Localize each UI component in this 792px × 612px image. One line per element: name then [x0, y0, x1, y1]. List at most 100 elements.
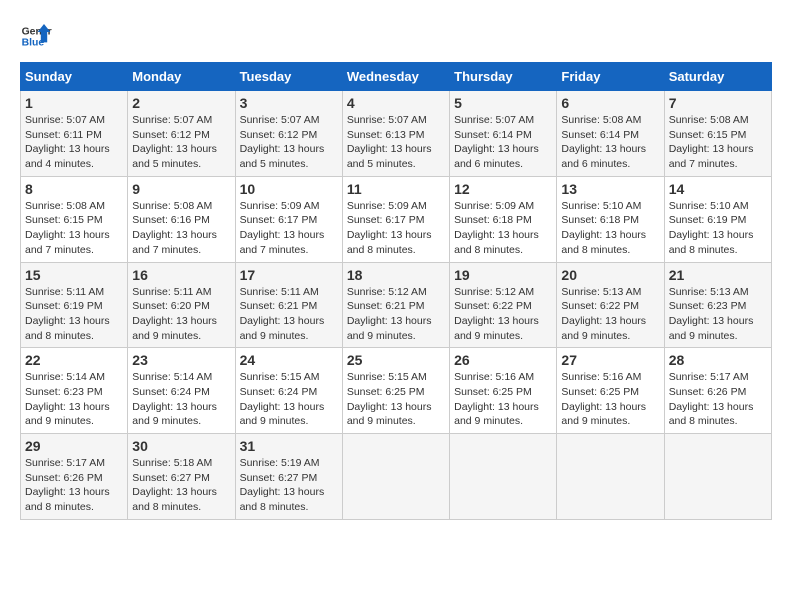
weekday-header: Friday — [557, 63, 664, 91]
day-info: Sunrise: 5:08 AMSunset: 6:15 PMDaylight:… — [669, 113, 767, 172]
day-info: Sunrise: 5:08 AMSunset: 6:16 PMDaylight:… — [132, 199, 230, 258]
calendar-week-row: 1 Sunrise: 5:07 AMSunset: 6:11 PMDaylight… — [21, 91, 772, 177]
day-info: Sunrise: 5:09 AMSunset: 6:17 PMDaylight:… — [347, 199, 445, 258]
weekday-header: Monday — [128, 63, 235, 91]
weekday-header: Tuesday — [235, 63, 342, 91]
day-number: 28 — [669, 352, 767, 368]
day-number: 22 — [25, 352, 123, 368]
day-info: Sunrise: 5:07 AMSunset: 6:12 PMDaylight:… — [240, 113, 338, 172]
calendar-week-row: 29 Sunrise: 5:17 AMSunset: 6:26 PMDayligh… — [21, 434, 772, 520]
page-header: General Blue — [20, 20, 772, 52]
calendar-cell: 10Sunrise: 5:09 AMSunset: 6:17 PMDayligh… — [235, 176, 342, 262]
calendar-cell: 2 Sunrise: 5:07 AMSunset: 6:12 PMDaylight… — [128, 91, 235, 177]
calendar-table: SundayMondayTuesdayWednesdayThursdayFrid… — [20, 62, 772, 520]
day-info: Sunrise: 5:15 AMSunset: 6:24 PMDaylight:… — [240, 370, 338, 429]
calendar-cell: 26 Sunrise: 5:16 AMSunset: 6:25 PMDayligh… — [450, 348, 557, 434]
day-info: Sunrise: 5:14 AMSunset: 6:24 PMDaylight:… — [132, 370, 230, 429]
calendar-cell: 27 Sunrise: 5:16 AMSunset: 6:25 PMDayligh… — [557, 348, 664, 434]
day-number: 1 — [25, 95, 123, 111]
calendar-cell: 25 Sunrise: 5:15 AMSunset: 6:25 PMDayligh… — [342, 348, 449, 434]
calendar-cell: 31 Sunrise: 5:19 AMSunset: 6:27 PMDayligh… — [235, 434, 342, 520]
day-info: Sunrise: 5:13 AMSunset: 6:22 PMDaylight:… — [561, 285, 659, 344]
day-info: Sunrise: 5:16 AMSunset: 6:25 PMDaylight:… — [561, 370, 659, 429]
day-info: Sunrise: 5:11 AMSunset: 6:19 PMDaylight:… — [25, 285, 123, 344]
weekday-header: Saturday — [664, 63, 771, 91]
day-info: Sunrise: 5:13 AMSunset: 6:23 PMDaylight:… — [669, 285, 767, 344]
day-info: Sunrise: 5:10 AMSunset: 6:18 PMDaylight:… — [561, 199, 659, 258]
day-number: 29 — [25, 438, 123, 454]
calendar-week-row: 8 Sunrise: 5:08 AMSunset: 6:15 PMDaylight… — [21, 176, 772, 262]
calendar-cell — [450, 434, 557, 520]
day-info: Sunrise: 5:17 AMSunset: 6:26 PMDaylight:… — [25, 456, 123, 515]
day-number: 10 — [240, 181, 338, 197]
logo: General Blue — [20, 20, 52, 52]
day-info: Sunrise: 5:12 AMSunset: 6:22 PMDaylight:… — [454, 285, 552, 344]
calendar-cell: 23 Sunrise: 5:14 AMSunset: 6:24 PMDayligh… — [128, 348, 235, 434]
day-number: 27 — [561, 352, 659, 368]
calendar-cell — [664, 434, 771, 520]
weekday-header: Sunday — [21, 63, 128, 91]
day-number: 19 — [454, 267, 552, 283]
day-info: Sunrise: 5:18 AMSunset: 6:27 PMDaylight:… — [132, 456, 230, 515]
calendar-week-row: 22 Sunrise: 5:14 AMSunset: 6:23 PMDayligh… — [21, 348, 772, 434]
calendar-cell: 5Sunrise: 5:07 AMSunset: 6:14 PMDaylight… — [450, 91, 557, 177]
calendar-cell: 16Sunrise: 5:11 AMSunset: 6:20 PMDayligh… — [128, 262, 235, 348]
calendar-cell: 9 Sunrise: 5:08 AMSunset: 6:16 PMDaylight… — [128, 176, 235, 262]
calendar-cell: 29 Sunrise: 5:17 AMSunset: 6:26 PMDayligh… — [21, 434, 128, 520]
logo-icon: General Blue — [20, 20, 52, 52]
day-number: 31 — [240, 438, 338, 454]
calendar-cell: 11 Sunrise: 5:09 AMSunset: 6:17 PMDayligh… — [342, 176, 449, 262]
day-number: 11 — [347, 181, 445, 197]
calendar-cell: 14 Sunrise: 5:10 AMSunset: 6:19 PMDayligh… — [664, 176, 771, 262]
day-number: 2 — [132, 95, 230, 111]
day-number: 6 — [561, 95, 659, 111]
day-number: 3 — [240, 95, 338, 111]
day-number: 4 — [347, 95, 445, 111]
day-info: Sunrise: 5:09 AMSunset: 6:18 PMDaylight:… — [454, 199, 552, 258]
calendar-cell: 4Sunrise: 5:07 AMSunset: 6:13 PMDaylight… — [342, 91, 449, 177]
day-info: Sunrise: 5:14 AMSunset: 6:23 PMDaylight:… — [25, 370, 123, 429]
day-number: 23 — [132, 352, 230, 368]
calendar-week-row: 15Sunrise: 5:11 AMSunset: 6:19 PMDayligh… — [21, 262, 772, 348]
calendar-header-row: SundayMondayTuesdayWednesdayThursdayFrid… — [21, 63, 772, 91]
calendar-cell: 12 Sunrise: 5:09 AMSunset: 6:18 PMDayligh… — [450, 176, 557, 262]
day-number: 8 — [25, 181, 123, 197]
day-number: 20 — [561, 267, 659, 283]
calendar-cell: 28 Sunrise: 5:17 AMSunset: 6:26 PMDayligh… — [664, 348, 771, 434]
day-number: 17 — [240, 267, 338, 283]
day-info: Sunrise: 5:19 AMSunset: 6:27 PMDaylight:… — [240, 456, 338, 515]
day-info: Sunrise: 5:07 AMSunset: 6:12 PMDaylight:… — [132, 113, 230, 172]
day-info: Sunrise: 5:16 AMSunset: 6:25 PMDaylight:… — [454, 370, 552, 429]
day-info: Sunrise: 5:07 AMSunset: 6:11 PMDaylight:… — [25, 113, 123, 172]
calendar-cell: 15Sunrise: 5:11 AMSunset: 6:19 PMDayligh… — [21, 262, 128, 348]
calendar-cell: 13 Sunrise: 5:10 AMSunset: 6:18 PMDayligh… — [557, 176, 664, 262]
day-info: Sunrise: 5:17 AMSunset: 6:26 PMDaylight:… — [669, 370, 767, 429]
calendar-cell: 22 Sunrise: 5:14 AMSunset: 6:23 PMDayligh… — [21, 348, 128, 434]
day-info: Sunrise: 5:10 AMSunset: 6:19 PMDaylight:… — [669, 199, 767, 258]
day-info: Sunrise: 5:15 AMSunset: 6:25 PMDaylight:… — [347, 370, 445, 429]
day-number: 7 — [669, 95, 767, 111]
day-number: 12 — [454, 181, 552, 197]
day-info: Sunrise: 5:08 AMSunset: 6:15 PMDaylight:… — [25, 199, 123, 258]
day-number: 21 — [669, 267, 767, 283]
day-number: 24 — [240, 352, 338, 368]
day-number: 16 — [132, 267, 230, 283]
day-number: 9 — [132, 181, 230, 197]
calendar-cell: 30 Sunrise: 5:18 AMSunset: 6:27 PMDayligh… — [128, 434, 235, 520]
calendar-cell: 7 Sunrise: 5:08 AMSunset: 6:15 PMDaylight… — [664, 91, 771, 177]
day-number: 25 — [347, 352, 445, 368]
day-number: 26 — [454, 352, 552, 368]
calendar-cell: 1 Sunrise: 5:07 AMSunset: 6:11 PMDaylight… — [21, 91, 128, 177]
calendar-cell: 17Sunrise: 5:11 AMSunset: 6:21 PMDayligh… — [235, 262, 342, 348]
calendar-cell: 8 Sunrise: 5:08 AMSunset: 6:15 PMDaylight… — [21, 176, 128, 262]
calendar-cell: 3 Sunrise: 5:07 AMSunset: 6:12 PMDaylight… — [235, 91, 342, 177]
calendar-cell: 21 Sunrise: 5:13 AMSunset: 6:23 PMDayligh… — [664, 262, 771, 348]
day-number: 13 — [561, 181, 659, 197]
calendar-cell: 20 Sunrise: 5:13 AMSunset: 6:22 PMDayligh… — [557, 262, 664, 348]
day-number: 18 — [347, 267, 445, 283]
calendar-cell: 24 Sunrise: 5:15 AMSunset: 6:24 PMDayligh… — [235, 348, 342, 434]
day-number: 30 — [132, 438, 230, 454]
calendar-cell — [557, 434, 664, 520]
calendar-cell: 6Sunrise: 5:08 AMSunset: 6:14 PMDaylight… — [557, 91, 664, 177]
day-number: 14 — [669, 181, 767, 197]
